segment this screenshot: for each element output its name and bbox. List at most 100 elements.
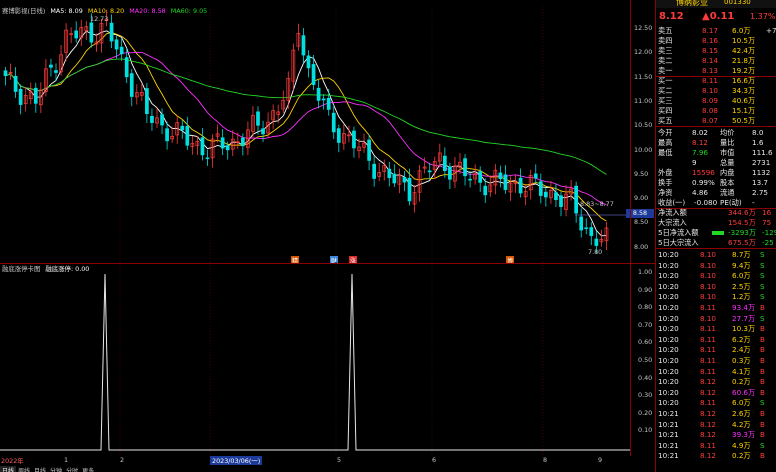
flow-extra: 16 — [762, 208, 772, 217]
tick-side: S — [760, 281, 765, 291]
tick-volume: 10.3万 — [732, 324, 756, 334]
period-tab[interactable]: 分钟 — [48, 466, 64, 472]
tick-price: 8.11 — [700, 440, 717, 450]
tick-row[interactable]: 10:20 8.12 0.2万 B — [656, 377, 776, 388]
flow-row: 净流入额 344.6万 16 — [656, 208, 776, 218]
tick-side: S — [760, 271, 765, 281]
tick-row[interactable]: 10:20 8.10 27.7万 S — [656, 314, 776, 325]
tick-row[interactable]: 10:20 8.12 60.6万 B — [656, 388, 776, 399]
tick-row[interactable]: 10:20 8.11 6.2万 B — [656, 335, 776, 346]
tick-volume: 27.7万 — [732, 313, 756, 323]
candle-body — [261, 128, 265, 135]
candle-body — [49, 64, 53, 68]
period-tab[interactable]: 日线 — [0, 466, 17, 472]
price-axis-label: 10.00 — [634, 145, 653, 154]
ask-price: 8.14 — [702, 56, 719, 65]
tick-time: 10:20 — [658, 334, 679, 344]
candle-body — [554, 192, 558, 200]
tick-row[interactable]: 10:21 8.12 4.2万 B — [656, 420, 776, 431]
bid-volume: 15.1万 — [732, 106, 756, 115]
tick-row[interactable]: 10:21 8.12 0.2万 B — [656, 451, 776, 462]
indicator-chart[interactable] — [0, 262, 630, 460]
bid-row: 买二 8.10 34.3万 — [656, 86, 776, 96]
ask-price: 8.15 — [702, 46, 719, 55]
quote-value: 4.86 — [692, 188, 709, 197]
quote-key: 市值 — [720, 148, 735, 157]
quote-key: 换手 — [658, 178, 673, 187]
tick-row[interactable]: 10:20 8.10 8.7万 S — [656, 250, 776, 261]
candle-body — [463, 158, 467, 177]
quote-row: 外盘 15596 内盘 1132 — [656, 168, 776, 178]
candle-body — [241, 137, 245, 147]
price-axis-label: 11.50 — [634, 72, 653, 81]
tick-row[interactable]: 10:21 8.12 2.6万 B — [656, 409, 776, 420]
candle-body — [331, 112, 336, 133]
ask-label: 卖五 — [658, 26, 673, 35]
tick-price: 8.10 — [700, 313, 717, 323]
bid-price: 8.11 — [702, 76, 719, 85]
indicator-axis-label: 0.90 — [638, 285, 653, 294]
tick-row[interactable]: 10:20 8.10 9.4万 S — [656, 261, 776, 272]
tick-time: 10:20 — [658, 250, 679, 259]
tick-row[interactable]: 10:20 8.10 2.5万 S — [656, 282, 776, 293]
tick-side: B — [760, 419, 765, 429]
tick-price: 8.11 — [700, 356, 717, 365]
tick-row[interactable]: 10:20 8.11 6.0万 S — [656, 398, 776, 409]
bid-label: 买三 — [658, 96, 673, 105]
bid-row: 买一 8.11 16.6万 — [656, 76, 776, 86]
tick-row[interactable]: 10:20 8.11 10.3万 B — [656, 324, 776, 335]
book-divider — [656, 126, 776, 127]
period-tab[interactable]: 周线 — [16, 466, 32, 472]
candle-body — [407, 177, 412, 202]
tick-row[interactable]: 10:20 8.10 1.2万 S — [656, 292, 776, 303]
candle-body — [321, 98, 326, 101]
period-tab[interactable]: 更多 — [80, 466, 96, 472]
tick-side: B — [760, 377, 765, 387]
tick-price: 8.12 — [700, 451, 717, 461]
quote-key: 均价 — [720, 128, 735, 137]
bid-volume: 40.6万 — [732, 96, 756, 105]
tick-row[interactable]: 10:20 8.11 0.3万 B — [656, 356, 776, 367]
candle-body — [74, 30, 79, 39]
quote-value: 8.12 — [692, 138, 709, 147]
ma5-line — [5, 30, 607, 237]
candle-body — [387, 168, 392, 178]
candlestick-chart[interactable]: 12.737.808.83~8.77精财涨博 — [0, 6, 630, 264]
candle-body — [124, 57, 129, 78]
quote-value: 1.6 — [752, 138, 764, 147]
tick-volume: 8.7万 — [732, 250, 751, 259]
tick-side: B — [760, 356, 765, 365]
tick-row[interactable]: 10:21 8.11 4.9万 S — [656, 441, 776, 452]
tick-price: 8.11 — [700, 334, 717, 344]
tick-volume: 2.4万 — [732, 345, 751, 355]
quote-key: 收益(一) — [658, 198, 686, 207]
tick-time: 10:20 — [658, 387, 679, 397]
tick-price: 8.12 — [700, 377, 717, 387]
date-m9: 9 — [598, 456, 603, 464]
tick-row[interactable]: 10:20 8.11 4.1万 B — [656, 367, 776, 378]
candle-body — [18, 88, 23, 105]
tick-price: 8.11 — [700, 303, 717, 312]
bid-price: 8.10 — [702, 86, 719, 95]
axis-divider — [630, 0, 631, 456]
quote-key: 内盘 — [720, 168, 735, 177]
indicator-axis-label: 0.50 — [638, 356, 653, 364]
tick-row[interactable]: 10:20 8.11 93.4万 B — [656, 303, 776, 314]
tick-row[interactable]: 10:20 8.11 2.4万 B — [656, 345, 776, 356]
tick-volume: 0.2万 — [732, 451, 751, 461]
bid-price: 8.07 — [702, 116, 719, 125]
period-tab[interactable]: 分时 — [64, 466, 80, 472]
flow-label: 大宗流入 — [658, 218, 687, 227]
price-axis-label: 10.50 — [634, 121, 653, 130]
date-selected[interactable]: 2023/03/06(一) — [210, 456, 263, 465]
flow-extra: 75 — [762, 218, 772, 227]
tick-time: 10:20 — [658, 398, 679, 408]
period-tab[interactable]: 月线 — [32, 466, 48, 472]
tick-volume: 0.3万 — [732, 356, 751, 365]
tick-row[interactable]: 10:21 8.12 39.3万 B — [656, 430, 776, 441]
tick-volume: 1.2万 — [732, 292, 751, 302]
tick-time: 10:20 — [658, 292, 679, 302]
quote-value: 2.75 — [752, 188, 769, 197]
price-axis-label: 9.00 — [634, 194, 649, 203]
tick-row[interactable]: 10:20 8.10 6.0万 S — [656, 271, 776, 282]
